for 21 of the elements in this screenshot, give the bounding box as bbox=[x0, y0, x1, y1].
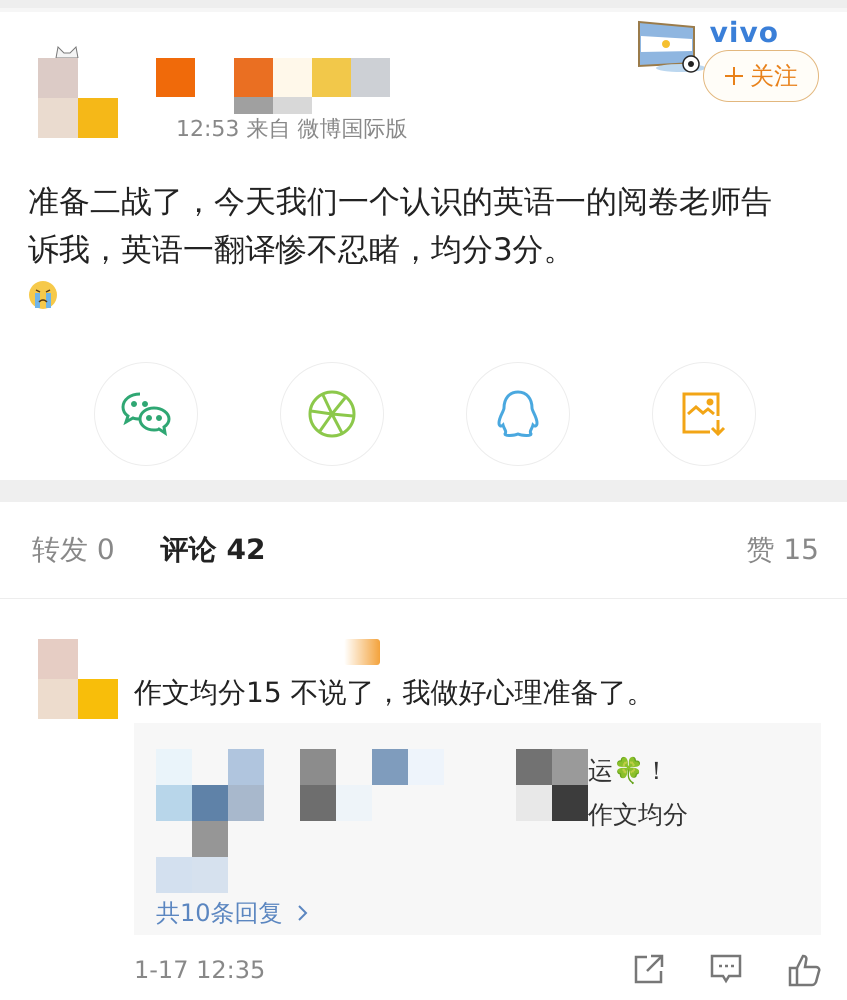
thumbs-up-icon bbox=[787, 953, 821, 987]
badge-icon bbox=[344, 639, 380, 665]
plus-icon bbox=[724, 66, 744, 86]
tab[interactable]: 评论 42 bbox=[160, 531, 266, 569]
image-download-icon bbox=[680, 390, 728, 438]
share-arrow-icon bbox=[633, 953, 665, 985]
aperture-icon bbox=[307, 389, 357, 439]
more-replies-link[interactable]: 共10条回复 bbox=[156, 897, 309, 929]
post-text: 准备二战了，今天我们一个认识的英语一的阅卷老师告诉我，英语一翻译惨不忍睹，均分3分。 bbox=[28, 183, 773, 270]
reply-text: 运🍀！ bbox=[588, 755, 670, 787]
comment-icon bbox=[709, 953, 743, 985]
crying-face-icon bbox=[28, 280, 58, 310]
like-button[interactable] bbox=[787, 953, 821, 987]
chevron-right-icon bbox=[296, 904, 309, 922]
reply-text: 作文均分 bbox=[588, 799, 688, 831]
comment-text: 作文均分15 不说了，我做好心理准备了。 bbox=[134, 675, 656, 711]
tab[interactable]: 转发 0 bbox=[32, 531, 115, 569]
comment-time: 1-17 12:35 bbox=[134, 956, 266, 984]
chat-bubbles-icon bbox=[121, 391, 171, 437]
tab[interactable]: 赞 15 bbox=[746, 531, 819, 569]
penguin-icon bbox=[496, 390, 540, 438]
